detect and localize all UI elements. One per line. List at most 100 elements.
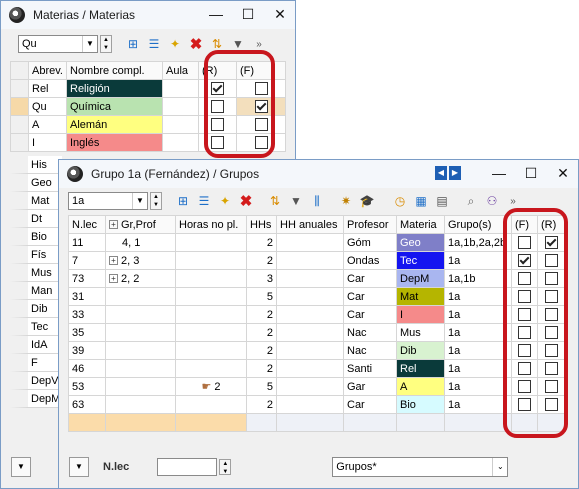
nombre-cell[interactable]: Religión [66, 79, 163, 98]
table-row[interactable]: 11 4, 1 2 Góm Geo 1a,1b,2a,2b [68, 233, 566, 252]
grprof-cell[interactable] [105, 287, 176, 306]
horas-cell[interactable] [175, 395, 247, 414]
row-selector[interactable] [10, 79, 29, 98]
grupos-cell[interactable]: 1a [444, 359, 512, 378]
table-row[interactable]: 73 +2, 2 3 Car DepM 1a,1b [68, 269, 566, 288]
profesor-cell[interactable]: Car [343, 395, 397, 414]
materia-cell[interactable]: Tec [396, 251, 445, 270]
grprof-cell[interactable] [105, 377, 176, 396]
abrev-list-item[interactable]: IdA [10, 336, 62, 354]
abrev-list-item[interactable]: Man [10, 282, 62, 300]
horas-cell[interactable] [175, 323, 247, 342]
materia-cell[interactable]: Geo [396, 233, 445, 252]
horas-cell[interactable] [175, 287, 247, 306]
nombre-cell[interactable]: Química [66, 97, 163, 116]
selector-spin-button[interactable]: ▲ ▼ [150, 192, 162, 210]
footer-spin-button[interactable]: ▲ ▼ [219, 459, 232, 475]
profesor-cell[interactable]: Gar [343, 377, 397, 396]
profesor-cell[interactable]: Ondas [343, 251, 397, 270]
clock-icon[interactable]: ◷ [391, 192, 409, 210]
materia-cell[interactable]: A [396, 377, 445, 396]
nlec-cell[interactable]: 39 [68, 341, 106, 360]
chevron-down-icon[interactable]: ▼ [132, 193, 147, 209]
previous-arrow-icon[interactable]: ◀ [435, 166, 447, 180]
abrev-cell[interactable]: Qu [28, 97, 67, 116]
maximize-button[interactable]: ☐ [241, 6, 255, 22]
chevron-down-icon[interactable]: ▼ [69, 457, 89, 477]
nlec-cell[interactable]: 35 [68, 323, 106, 342]
table-row[interactable]: 46 2 Santi Rel 1a [68, 359, 566, 378]
abrev-list-item[interactable]: Geo [10, 174, 62, 192]
abrev-list-item[interactable]: DepM [10, 390, 62, 408]
abrev-list-item[interactable]: Mat [10, 192, 62, 210]
minimize-button[interactable]: — [209, 6, 223, 22]
column-header[interactable]: Grupo(s) [444, 215, 512, 234]
profesor-cell[interactable]: Santi [343, 359, 397, 378]
hh-anuales-cell[interactable] [276, 269, 344, 288]
horas-cell[interactable] [175, 359, 247, 378]
hh-anuales-cell[interactable] [276, 395, 344, 414]
nlec-cell[interactable]: 73 [68, 269, 106, 288]
grprof-cell[interactable] [105, 305, 176, 324]
table-row[interactable]: 33 2 Car I 1a [68, 305, 566, 324]
grprof-cell[interactable] [105, 323, 176, 342]
horas-cell[interactable] [175, 305, 247, 324]
grupos-cell[interactable]: 1a,1b,2a,2b [444, 233, 512, 252]
nlec-cell[interactable]: 31 [68, 287, 106, 306]
abrev-list-item[interactable]: Fís [10, 246, 62, 264]
grprof-cell[interactable]: 4, 1 [105, 233, 176, 252]
column-header[interactable]: Materia [396, 215, 445, 234]
hh-anuales-cell[interactable] [276, 233, 344, 252]
column-header[interactable]: Abrev. [28, 61, 67, 80]
materia-cell[interactable]: Dib [396, 341, 445, 360]
grupos-cell[interactable]: 1a [444, 377, 512, 396]
filter-icon[interactable]: ▼ [287, 192, 305, 210]
profesor-cell[interactable]: Nac [343, 323, 397, 342]
hhs-cell[interactable]: 2 [246, 341, 277, 360]
aula-cell[interactable] [162, 97, 199, 116]
new-grid-icon[interactable]: ⊞ [174, 192, 192, 210]
profesor-cell[interactable]: Car [343, 305, 397, 324]
users-icon[interactable]: ⚇ [483, 192, 501, 210]
column-header[interactable]: N.lec [68, 215, 106, 234]
table-row[interactable]: 35 2 Nac Mus 1a [68, 323, 566, 342]
column-header[interactable]: Aula [162, 61, 199, 80]
row-selector[interactable] [10, 133, 29, 152]
grprof-column-header[interactable]: + Gr,Prof [105, 215, 176, 234]
table-row[interactable]: 31 5 Car Mat 1a [68, 287, 566, 306]
row-selector[interactable] [10, 115, 29, 134]
hhs-cell[interactable]: 2 [246, 359, 277, 378]
hhs-cell[interactable]: 2 [246, 323, 277, 342]
delete-icon[interactable]: ✖ [237, 192, 255, 210]
grprof-cell[interactable] [105, 359, 176, 378]
list-view-icon[interactable]: ☰ [145, 35, 163, 53]
nlec-cell[interactable]: 33 [68, 305, 106, 324]
grupos-cell[interactable]: 1a,1b [444, 269, 512, 288]
sort-icon[interactable]: ⇅ [266, 192, 284, 210]
abrev-list-item[interactable]: Mus [10, 264, 62, 282]
hhs-cell[interactable]: 5 [246, 377, 277, 396]
nlec-cell[interactable]: 7 [68, 251, 106, 270]
nlec-cell[interactable]: 63 [68, 395, 106, 414]
delete-icon[interactable]: ✖ [187, 35, 205, 53]
hhs-cell[interactable]: 2 [246, 305, 277, 324]
maximize-button[interactable]: ☐ [524, 165, 538, 181]
new-record-icon[interactable]: ✦ [216, 192, 234, 210]
horas-cell[interactable] [175, 233, 247, 252]
hhs-cell[interactable]: 3 [246, 269, 277, 288]
calendar-icon[interactable]: ▦ [412, 192, 430, 210]
view-select[interactable]: Grupos* ⌄ [332, 457, 509, 477]
column-header[interactable]: Profesor [343, 215, 397, 234]
profesor-cell[interactable]: Nac [343, 341, 397, 360]
grprof-cell[interactable]: +2, 3 [105, 251, 176, 270]
table-row[interactable]: 63 2 Car Bio 1a [68, 395, 566, 414]
grupos-cell[interactable]: 1a [444, 251, 512, 270]
column-header[interactable]: Nombre compl. [66, 61, 163, 80]
grprof-cell[interactable]: +2, 2 [105, 269, 176, 288]
expand-icon[interactable]: + [109, 256, 118, 266]
grupos-cell[interactable]: 1a [444, 323, 512, 342]
chevron-down-icon[interactable]: ▼ [82, 36, 97, 52]
hh-anuales-cell[interactable] [276, 323, 344, 342]
close-button[interactable]: ✕ [273, 6, 287, 22]
expand-icon[interactable]: + [109, 274, 118, 284]
